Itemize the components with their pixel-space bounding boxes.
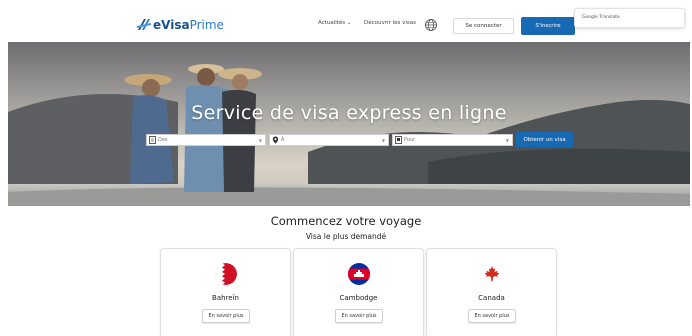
section-subtitle: Visa le plus demandé	[305, 232, 387, 241]
country-name: Canada	[478, 294, 505, 302]
destination-placeholder: À	[281, 137, 285, 143]
destination-select[interactable]: À ▼	[269, 134, 389, 146]
chevron-down-icon: ▼	[381, 138, 385, 143]
hero-banner: Service de visa express en ligne	[8, 42, 690, 206]
country-card-canada[interactable]: Canada En savoir plus	[426, 248, 557, 336]
country-name: Bahreïn	[212, 294, 239, 302]
logo-icon	[137, 19, 151, 30]
bahrain-flag-icon	[215, 263, 237, 285]
get-visa-button[interactable]: Obtenir un visa	[516, 132, 573, 147]
origin-select[interactable]: Des ▼	[146, 134, 266, 146]
section-title: Commencez votre voyage	[270, 214, 422, 228]
logo[interactable]: eVisaPrime	[137, 16, 224, 34]
country-card-cambodia[interactable]: Cambodge En savoir plus	[293, 248, 424, 336]
purpose-placeholder: Pour	[404, 137, 416, 143]
learn-more-button[interactable]: En savoir plus	[335, 309, 383, 323]
canada-flag-icon	[481, 263, 503, 285]
origin-placeholder: Des	[158, 137, 168, 143]
learn-more-button[interactable]: En savoir plus	[468, 309, 516, 323]
country-name: Cambodge	[339, 294, 378, 302]
country-card-bahrain[interactable]: Bahreïn En savoir plus	[160, 248, 291, 336]
document-icon	[149, 136, 156, 144]
nav-actualites[interactable]: Actualités ⌄	[318, 20, 352, 26]
logo-text: eVisaPrime	[153, 18, 224, 32]
chevron-down-icon: ▼	[258, 138, 262, 143]
cambodia-flag-icon	[348, 263, 370, 285]
signup-button[interactable]: S'inscrire	[521, 17, 575, 35]
hero-background-image	[8, 42, 690, 206]
purpose-select[interactable]: Pour ▼	[392, 134, 513, 146]
globe-icon[interactable]	[424, 18, 438, 32]
location-pin-icon	[272, 136, 279, 144]
visa-card-icon	[395, 136, 402, 144]
google-translate-widget[interactable]: Google Translate	[574, 8, 685, 28]
nav-decouvrir-visas[interactable]: Découvrir les visas	[364, 20, 416, 26]
learn-more-button[interactable]: En savoir plus	[202, 309, 250, 323]
login-button[interactable]: Se connecter	[453, 18, 514, 34]
chevron-down-icon: ▼	[505, 138, 509, 143]
hero-title: Service de visa express en ligne	[191, 102, 507, 124]
site-header: eVisaPrime Actualités ⌄ Découvrir les vi…	[0, 0, 692, 42]
